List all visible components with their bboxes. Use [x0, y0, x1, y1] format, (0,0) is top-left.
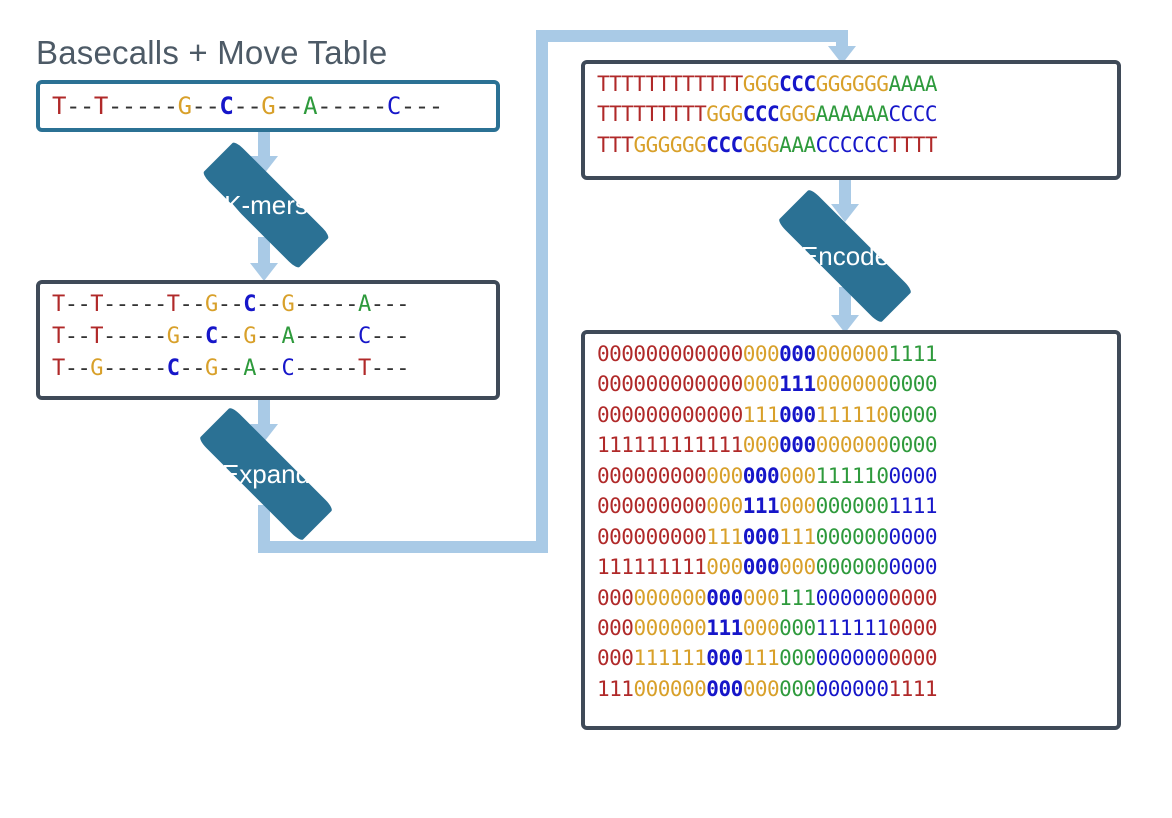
- step-kmers: K-mers: [126, 169, 406, 241]
- step-kmers-label: K-mers: [224, 190, 308, 221]
- kmers-sequences: T--T-----T--G--C--G-----A--- T--T-----G-…: [40, 284, 496, 390]
- diagram-title: Basecalls + Move Table: [36, 34, 387, 72]
- elbow-up: [536, 30, 548, 553]
- arrow-4: [839, 178, 851, 206]
- step-encode-label: Encode: [801, 241, 889, 272]
- expanded-box: TTTTTTTTTTTTGGGCCCGGGGGGAAAA TTTTTTTTTGG…: [581, 60, 1121, 180]
- step-expand: Expand: [126, 438, 406, 510]
- expanded-sequences: TTTTTTTTTTTTGGGCCCGGGGGGAAAA TTTTTTTTTGG…: [585, 64, 1117, 165]
- step-encode: Encode: [705, 220, 985, 292]
- kmers-box: T--T-----T--G--C--G-----A--- T--T-----G-…: [36, 280, 500, 400]
- arrow-1: [258, 130, 270, 158]
- step-expand-label: Expand: [222, 459, 310, 490]
- arrow-into-box3: [836, 30, 848, 48]
- input-box: T--T-----G--C--G--A-----C---: [36, 80, 500, 132]
- arrow-3: [258, 398, 270, 426]
- input-sequence: T--T-----G--C--G--A-----C---: [40, 84, 496, 129]
- elbow-h: [258, 541, 548, 553]
- encoded-matrix: 0000000000000000000000001111 00000000000…: [585, 334, 1117, 709]
- encoded-box: 0000000000000000000000001111 00000000000…: [581, 330, 1121, 730]
- diagram-stage: Basecalls + Move Table K-mers Expand Enc…: [0, 0, 1172, 818]
- elbow-h-2: [536, 30, 848, 42]
